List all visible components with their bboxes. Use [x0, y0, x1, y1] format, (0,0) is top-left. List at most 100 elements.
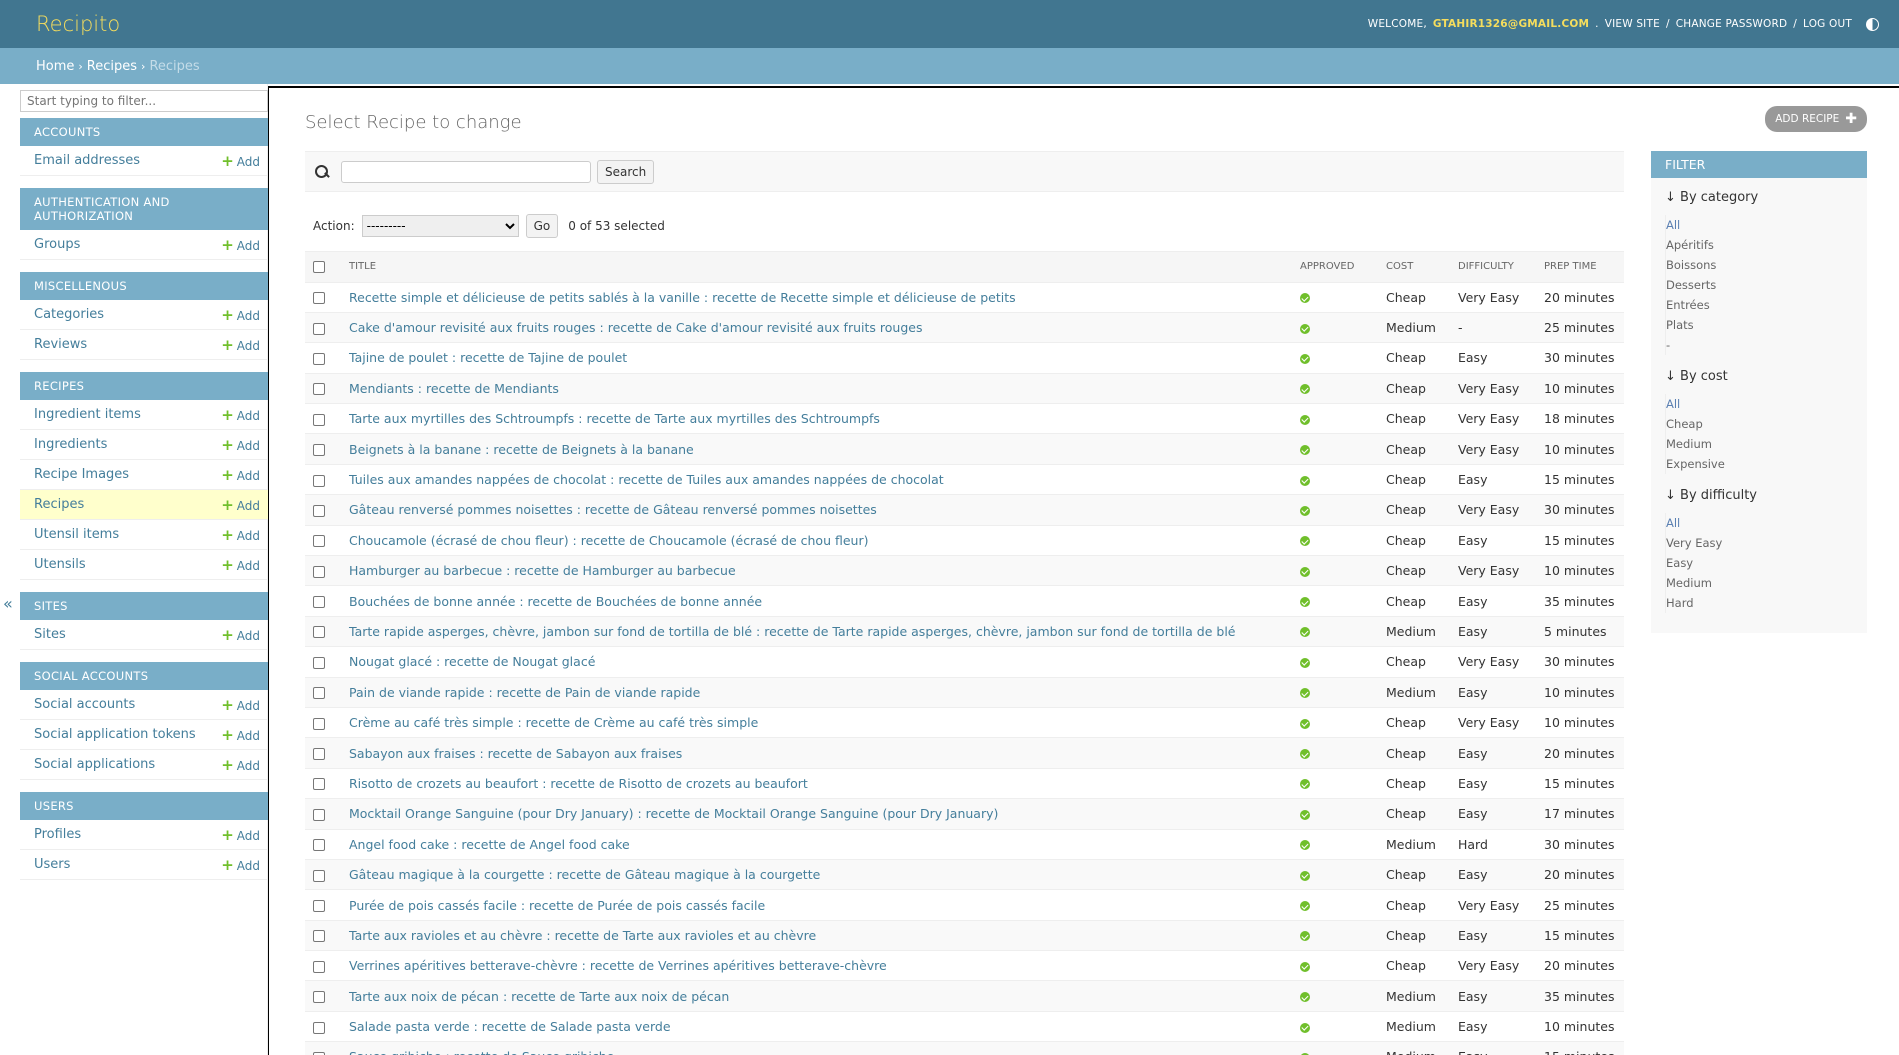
recipe-link[interactable]: Sabayon aux fraises : recette de Sabayon…	[349, 746, 682, 761]
filter-option-link[interactable]: All	[1666, 397, 1680, 411]
collapse-sidebar-button[interactable]: «	[3, 594, 13, 613]
module-caption[interactable]: Authentication and Authorization	[20, 188, 268, 230]
filter-option-link[interactable]: -	[1666, 338, 1670, 352]
sidebar-add-link[interactable]: + Add	[221, 526, 260, 544]
sidebar-add-link[interactable]: + Add	[221, 236, 260, 254]
search-input[interactable]	[341, 160, 591, 183]
row-checkbox[interactable]	[313, 292, 325, 305]
recipe-link[interactable]: Nougat glacé : recette de Nougat glacé	[349, 654, 595, 669]
recipe-link[interactable]: Beignets à la banane : recette de Beigne…	[349, 442, 694, 457]
row-checkbox[interactable]	[313, 960, 325, 973]
search-button[interactable]: Search	[597, 159, 655, 184]
row-checkbox[interactable]	[313, 474, 325, 487]
recipe-link[interactable]: Hamburger au barbecue : recette de Hambu…	[349, 563, 736, 578]
row-checkbox[interactable]	[313, 383, 325, 396]
sidebar-add-link[interactable]: + Add	[221, 856, 260, 874]
recipe-link[interactable]: Crème au café très simple : recette de C…	[349, 715, 758, 730]
column-prep-time[interactable]: Prep time	[1536, 252, 1624, 283]
row-checkbox[interactable]	[313, 748, 325, 761]
row-checkbox[interactable]	[313, 504, 325, 517]
filter-option-link[interactable]: Boissons	[1666, 258, 1716, 272]
sidebar-model-link[interactable]: Social application tokens	[34, 727, 196, 742]
module-caption[interactable]: Sites	[20, 592, 268, 620]
filter-option-link[interactable]: Cheap	[1666, 417, 1703, 431]
row-checkbox[interactable]	[313, 869, 325, 882]
change-password-link[interactable]: Change password	[1676, 18, 1788, 30]
row-checkbox[interactable]	[313, 413, 325, 426]
recipe-link[interactable]: Cake d'amour revisité aux fruits rouges …	[349, 320, 922, 335]
recipe-link[interactable]: Gâteau renversé pommes noisettes : recet…	[349, 502, 877, 517]
sidebar-model-link[interactable]: Users	[34, 857, 70, 872]
sidebar-model-link[interactable]: Sites	[34, 627, 66, 642]
sidebar-model-link[interactable]: Ingredient items	[34, 407, 141, 422]
select-all-checkbox[interactable]	[313, 260, 325, 273]
recipe-link[interactable]: Choucamole (écrasé de chou fleur) : rece…	[349, 533, 868, 548]
module-caption[interactable]: Accounts	[20, 118, 268, 146]
recipe-link[interactable]: Mocktail Orange Sanguine (pour Dry Janua…	[349, 806, 998, 821]
sidebar-add-link[interactable]: + Add	[221, 336, 260, 354]
sidebar-add-link[interactable]: + Add	[221, 826, 260, 844]
filter-option-link[interactable]: Very Easy	[1666, 536, 1722, 550]
column-difficulty[interactable]: Difficulty	[1450, 252, 1536, 283]
filter-group-title[interactable]: ↓ By category	[1665, 190, 1853, 205]
recipe-link[interactable]: Bouchées de bonne année : recette de Bou…	[349, 594, 762, 609]
recipe-link[interactable]: Angel food cake : recette de Angel food …	[349, 837, 630, 852]
recipe-link[interactable]: Salade pasta verde : recette de Salade p…	[349, 1019, 671, 1034]
module-caption[interactable]: Miscellenous	[20, 272, 268, 300]
sidebar-model-link[interactable]: Social applications	[34, 757, 155, 772]
recipe-link[interactable]: Pain de viande rapide : recette de Pain …	[349, 685, 700, 700]
log-out-link[interactable]: Log out	[1803, 18, 1852, 30]
sidebar-model-link[interactable]: Social accounts	[34, 697, 135, 712]
filter-option-link[interactable]: Apéritifs	[1666, 238, 1714, 252]
sidebar-add-link[interactable]: + Add	[221, 626, 260, 644]
site-brand[interactable]: Recipito	[36, 12, 120, 36]
sidebar-model-link[interactable]: Email addresses	[34, 153, 140, 168]
recipe-link[interactable]: Mendiants : recette de Mendiants	[349, 381, 559, 396]
filter-option-link[interactable]: All	[1666, 218, 1680, 232]
sidebar-add-link[interactable]: + Add	[221, 726, 260, 744]
theme-toggle-icon[interactable]	[1866, 17, 1879, 31]
row-checkbox[interactable]	[313, 565, 325, 578]
sidebar-add-link[interactable]: + Add	[221, 406, 260, 424]
filter-option-link[interactable]: Easy	[1666, 556, 1693, 570]
recipe-link[interactable]: Purée de pois cassés facile : recette de…	[349, 898, 765, 913]
module-caption[interactable]: Social Accounts	[20, 662, 268, 690]
filter-option-link[interactable]: Expensive	[1666, 457, 1725, 471]
recipe-link[interactable]: Verrines apéritives betterave-chèvre : r…	[349, 958, 887, 973]
recipe-link[interactable]: Sauce gribiche : recette de Sauce gribic…	[349, 1049, 614, 1055]
sidebar-add-link[interactable]: + Add	[221, 756, 260, 774]
breadcrumb-app[interactable]: Recipes	[87, 59, 137, 74]
sidebar-add-link[interactable]: + Add	[221, 436, 260, 454]
row-checkbox[interactable]	[313, 687, 325, 700]
sidebar-model-link[interactable]: Groups	[34, 237, 80, 252]
sidebar-add-link[interactable]: + Add	[221, 556, 260, 574]
filter-option-link[interactable]: Medium	[1666, 576, 1712, 590]
filter-option-link[interactable]: Medium	[1666, 437, 1712, 451]
module-caption[interactable]: Users	[20, 792, 268, 820]
sidebar-add-link[interactable]: + Add	[221, 306, 260, 324]
row-checkbox[interactable]	[313, 596, 325, 609]
filter-group-title[interactable]: ↓ By cost	[1665, 369, 1853, 384]
recipe-link[interactable]: Tuiles aux amandes nappées de chocolat :…	[349, 472, 944, 487]
action-select[interactable]: ---------	[361, 214, 519, 237]
row-checkbox[interactable]	[313, 626, 325, 639]
sidebar-model-link[interactable]: Reviews	[34, 337, 87, 352]
row-checkbox[interactable]	[313, 444, 325, 457]
view-site-link[interactable]: View site	[1605, 18, 1660, 30]
sidebar-model-link[interactable]: Ingredients	[34, 437, 107, 452]
recipe-link[interactable]: Tarte aux noix de pécan : recette de Tar…	[349, 989, 729, 1004]
sidebar-add-link[interactable]: + Add	[221, 496, 260, 514]
row-checkbox[interactable]	[313, 991, 325, 1004]
recipe-link[interactable]: Risotto de crozets au beaufort : recette…	[349, 776, 808, 791]
add-recipe-button[interactable]: Add Recipe ✚	[1765, 106, 1867, 132]
sidebar-add-link[interactable]: + Add	[221, 152, 260, 170]
row-checkbox[interactable]	[313, 535, 325, 548]
column-approved[interactable]: Approved	[1292, 252, 1378, 283]
module-caption[interactable]: Recipes	[20, 372, 268, 400]
sidebar-model-link[interactable]: Profiles	[34, 827, 81, 842]
row-checkbox[interactable]	[313, 717, 325, 730]
sidebar-add-link[interactable]: + Add	[221, 696, 260, 714]
sidebar-model-link[interactable]: Utensil items	[34, 527, 119, 542]
row-checkbox[interactable]	[313, 322, 325, 335]
column-title[interactable]: Title	[341, 252, 1292, 283]
